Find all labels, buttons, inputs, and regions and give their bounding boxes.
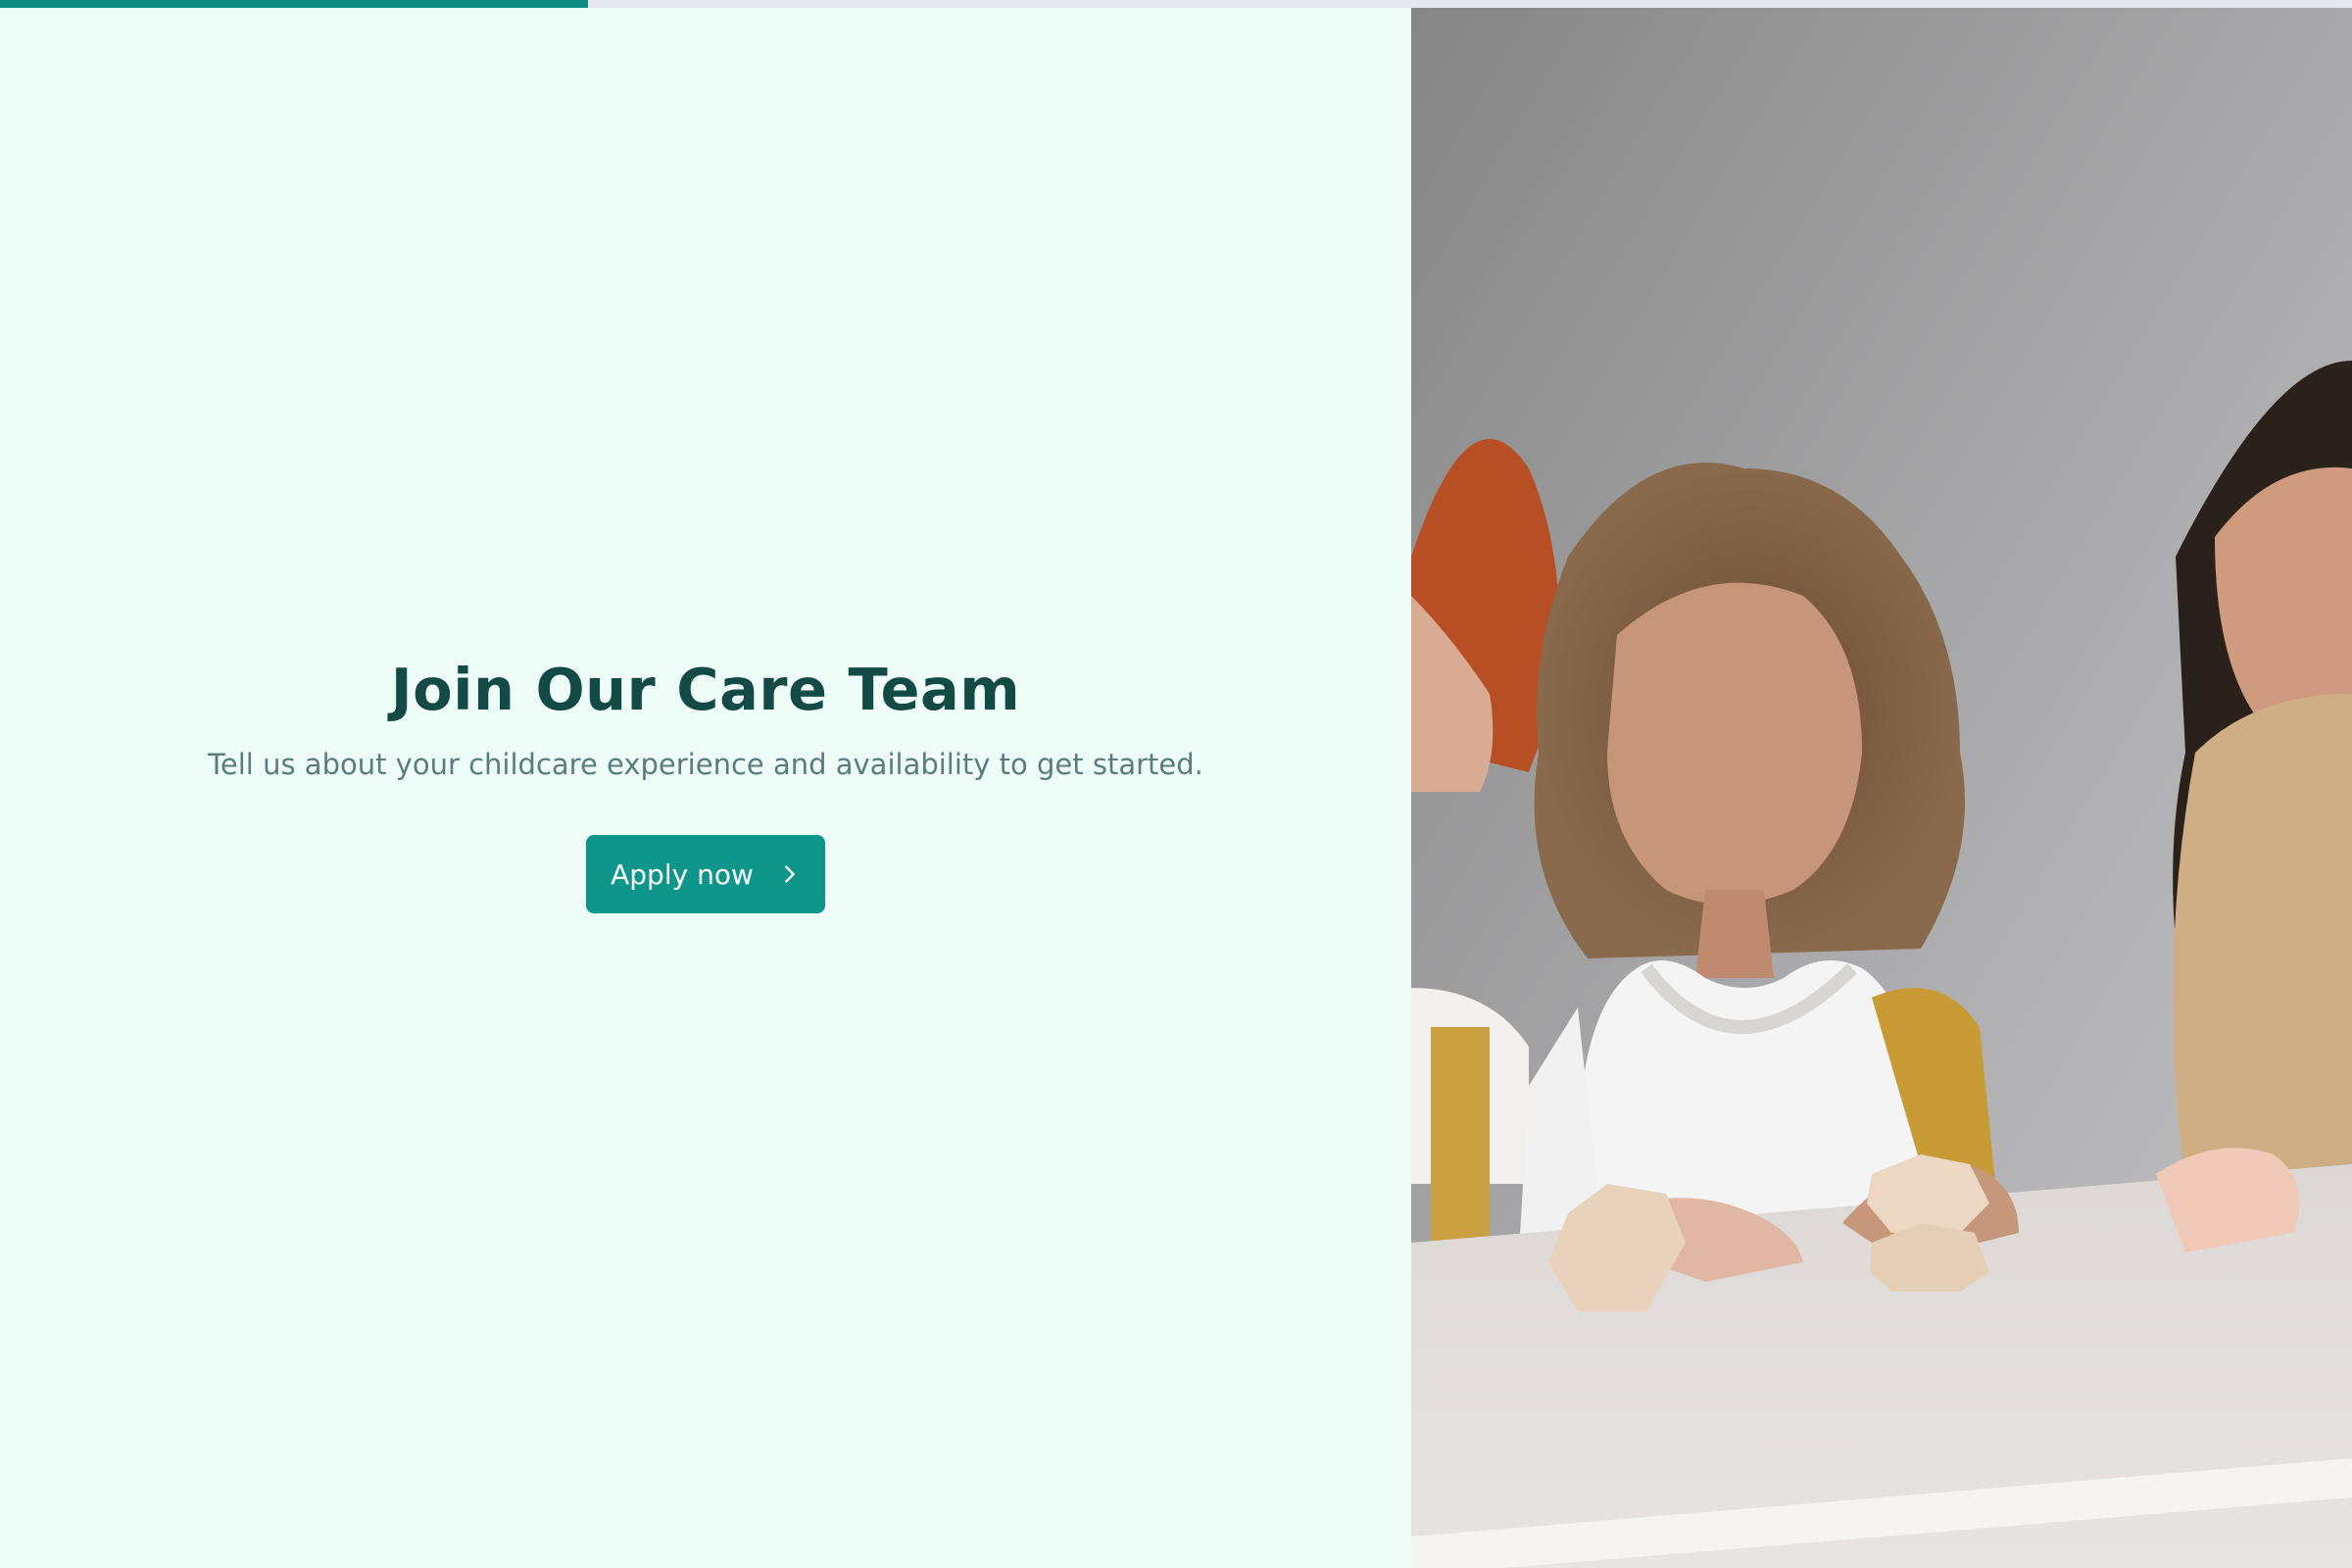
- chevron-right-icon: [785, 865, 795, 883]
- apply-now-button[interactable]: Apply now: [586, 835, 825, 913]
- progress-bar-fill: [0, 0, 588, 8]
- hero-photo: [1411, 8, 2352, 1568]
- page-title: Join Our Care Team: [390, 656, 1021, 723]
- progress-bar: [0, 0, 2352, 8]
- apply-now-label: Apply now: [611, 858, 754, 891]
- hero-panel: Join Our Care Team Tell us about your ch…: [0, 8, 1411, 1568]
- page-subtitle: Tell us about your childcare experience …: [208, 748, 1203, 781]
- hero-content: Join Our Care Team Tell us about your ch…: [0, 655, 1411, 913]
